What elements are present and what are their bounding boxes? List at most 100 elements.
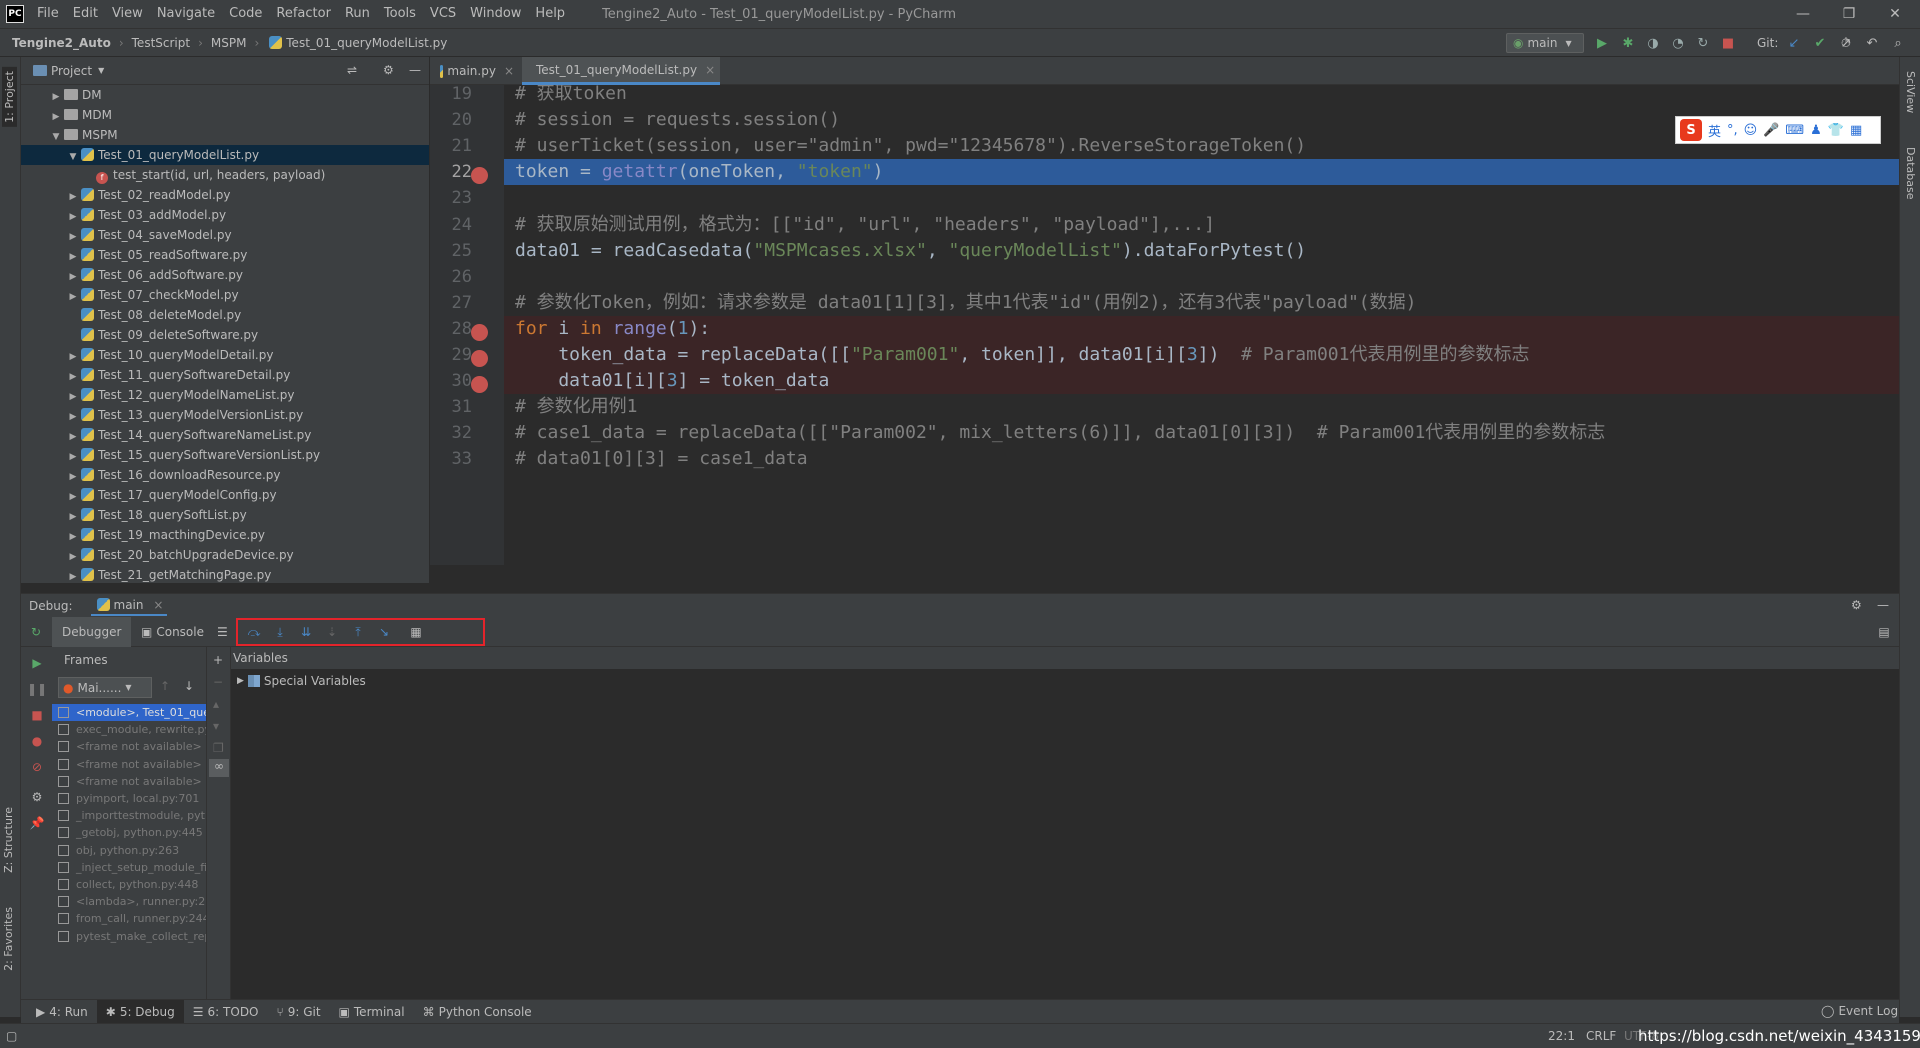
rollback-icon[interactable]: ↶ [1862, 33, 1882, 53]
project-tree-item[interactable]: ▶ DM [21, 85, 429, 105]
gear-icon[interactable]: ⚙ [383, 63, 394, 77]
cursor-position[interactable]: 22:1 [1548, 1029, 1575, 1043]
code-line[interactable]: # 参数化Token，例如：请求参数是 data01[1][3]，其中1代表"i… [504, 290, 1899, 316]
grid-icon[interactable]: ▦ [1850, 123, 1862, 138]
code-line[interactable] [504, 185, 1899, 211]
menu-run[interactable]: Run [338, 0, 377, 28]
chevron-right-icon[interactable]: ▶ [67, 407, 79, 427]
frame-item[interactable]: _importtestmodule, python.py:493 [52, 807, 206, 824]
debug-icon[interactable]: ✱ [1618, 33, 1638, 53]
glasses-icon[interactable]: ∞ [209, 759, 229, 777]
chevron-right-icon[interactable]: ▶ [50, 87, 62, 107]
bottom-tab-terminal[interactable]: ▣ Terminal [330, 1000, 414, 1024]
chevron-right-icon[interactable]: ▶ [67, 567, 79, 583]
hide-icon[interactable]: — [409, 63, 421, 77]
run-config-select[interactable]: ◉ main ▼ [1506, 33, 1584, 53]
frame-item[interactable]: exec_module, rewrite.py:170 [52, 721, 206, 738]
chevron-right-icon[interactable]: ▶ [67, 547, 79, 567]
menu-window[interactable]: Window [463, 0, 528, 28]
code-line[interactable]: # 获取token [504, 85, 1899, 107]
project-tree-item[interactable]: ▶ Test_14_querySoftwareNameList.py [21, 425, 429, 445]
ime-mode[interactable]: 英 [1708, 121, 1721, 140]
project-tree-item[interactable]: ▶ Test_07_checkModel.py [21, 285, 429, 305]
resume-icon[interactable]: ▶ [29, 655, 45, 671]
bottom-tab-6-todo[interactable]: ☰ 6: TODO [184, 1000, 268, 1024]
coverage-icon[interactable]: ◑ [1643, 33, 1663, 53]
stop-icon[interactable]: ■ [29, 707, 45, 723]
chevron-down-icon[interactable]: ▼ [98, 66, 104, 75]
line-separator[interactable]: CRLF [1586, 1029, 1616, 1043]
chevron-right-icon[interactable]: ▶ [237, 676, 244, 686]
code-line[interactable]: token_data = replaceData([["Param001", t… [504, 342, 1899, 369]
add-icon[interactable]: + [213, 653, 223, 667]
code-line[interactable]: data01[i][3] = token_data [504, 368, 1899, 395]
menu-file[interactable]: File [30, 0, 66, 28]
code-line[interactable]: token = getattr(oneToken, "token") [504, 159, 1899, 186]
tab-console[interactable]: ▣ Console [131, 617, 214, 647]
menu-view[interactable]: View [105, 0, 150, 28]
chevron-down-icon[interactable]: ▼ [50, 127, 62, 147]
frame-item[interactable]: <module>, Test_01_queryModelList.py:22 [52, 704, 206, 721]
tab-main-py[interactable]: main.py × [430, 57, 522, 85]
git-commit-icon[interactable]: ✔ [1810, 33, 1830, 53]
menu-icon[interactable]: ☰ [207, 617, 238, 647]
history-icon[interactable]: ⏱ [1836, 33, 1856, 53]
view-breakpoints-icon[interactable]: ● [29, 733, 45, 749]
code-line[interactable]: data01 = readCasedata("MSPMcases.xlsx", … [504, 238, 1899, 264]
arrow-up-icon[interactable]: ▴ [213, 697, 219, 711]
code-line[interactable]: # case1_data = replaceData([["Param002",… [504, 420, 1899, 446]
gear-icon[interactable]: ⚙ [1851, 598, 1862, 612]
chevron-down-icon[interactable]: ▼ [67, 147, 79, 167]
project-tree-item[interactable]: ▶ Test_20_batchUpgradeDevice.py [21, 545, 429, 565]
chevron-right-icon[interactable]: ▶ [67, 527, 79, 547]
chevron-right-icon[interactable]: ▶ [67, 447, 79, 467]
menu-edit[interactable]: Edit [66, 0, 105, 28]
menu-refactor[interactable]: Refactor [269, 0, 338, 28]
project-tree-item[interactable]: ▶ Test_04_saveModel.py [21, 225, 429, 245]
chevron-right-icon[interactable]: ▶ [67, 367, 79, 387]
chevron-right-icon[interactable]: ▶ [67, 227, 79, 247]
project-tree-item[interactable]: Test_08_deleteModel.py [21, 305, 429, 325]
project-tree-item[interactable]: ▶ Test_17_queryModelConfig.py [21, 485, 429, 505]
project-tree-item[interactable]: ▶ Test_12_queryModelNameList.py [21, 385, 429, 405]
layout-icon[interactable]: ▤ [1875, 624, 1893, 640]
chevron-right-icon[interactable]: ▶ [67, 347, 79, 367]
chevron-right-icon[interactable]: ▶ [67, 507, 79, 527]
minus-icon[interactable]: − [213, 675, 223, 689]
breadcrumb-project[interactable]: Tengine2_Auto [12, 36, 111, 50]
mute-breakpoints-icon[interactable]: ⊘ [29, 759, 45, 775]
bottom-tab-4-run[interactable]: ▶ 4: Run [27, 1000, 97, 1024]
bottom-tab-python-console[interactable]: ⌘ Python Console [414, 1000, 541, 1024]
code-line[interactable]: # data01[0][3] = case1_data [504, 446, 1899, 472]
layout-toggle-icon[interactable]: ▢ [6, 1029, 17, 1043]
skin-icon[interactable]: 👕 [1828, 123, 1844, 138]
profile-icon[interactable]: ◔ [1668, 33, 1688, 53]
breakpoint-icon[interactable] [471, 376, 488, 394]
arrow-down-icon[interactable]: ▾ [213, 719, 219, 733]
editor-gutter[interactable]: 19 20 21 22 23 24 25 26 27 28 29 30 31 32 33 [430, 84, 504, 565]
chevron-right-icon[interactable]: ▶ [67, 207, 79, 227]
menu-code[interactable]: Code [222, 0, 269, 28]
frame-item[interactable]: <frame not available> [52, 738, 206, 755]
git-update-icon[interactable]: ↙ [1784, 33, 1804, 53]
project-tool-tab[interactable]: 1: Project [2, 67, 17, 127]
frame-item[interactable]: <frame not available> [52, 756, 206, 773]
close-icon[interactable]: × [153, 598, 163, 612]
search-icon[interactable]: ⌕ [1888, 33, 1908, 53]
project-tree-item[interactable]: ▶ Test_03_addModel.py [21, 205, 429, 225]
favorites-tool-tab[interactable]: 2: Favorites [2, 907, 15, 971]
project-tree-item[interactable]: ▶ MDM [21, 105, 429, 125]
code-line[interactable]: for i in range(1): [504, 315, 1899, 342]
code-line[interactable]: # 参数化用例1 [504, 394, 1899, 420]
breadcrumb-file[interactable]: Test_01_queryModelList.py [286, 36, 447, 50]
code-editor[interactable]: # 获取token # session = requests.session() #… [504, 85, 1899, 565]
project-tree-item[interactable]: ▶ Test_19_macthingDevice.py [21, 525, 429, 545]
project-tree-item[interactable]: ▶ Test_05_readSoftware.py [21, 245, 429, 265]
chevron-right-icon[interactable]: ▶ [67, 427, 79, 447]
project-panel-title[interactable]: Project [51, 64, 92, 78]
breakpoint-icon[interactable] [471, 323, 488, 341]
chevron-right-icon[interactable]: ▶ [67, 247, 79, 267]
pause-icon[interactable]: ❚❚ [27, 681, 47, 697]
user-icon[interactable]: ♟ [1810, 123, 1822, 138]
arrow-up-icon[interactable]: ↑ [160, 679, 170, 693]
